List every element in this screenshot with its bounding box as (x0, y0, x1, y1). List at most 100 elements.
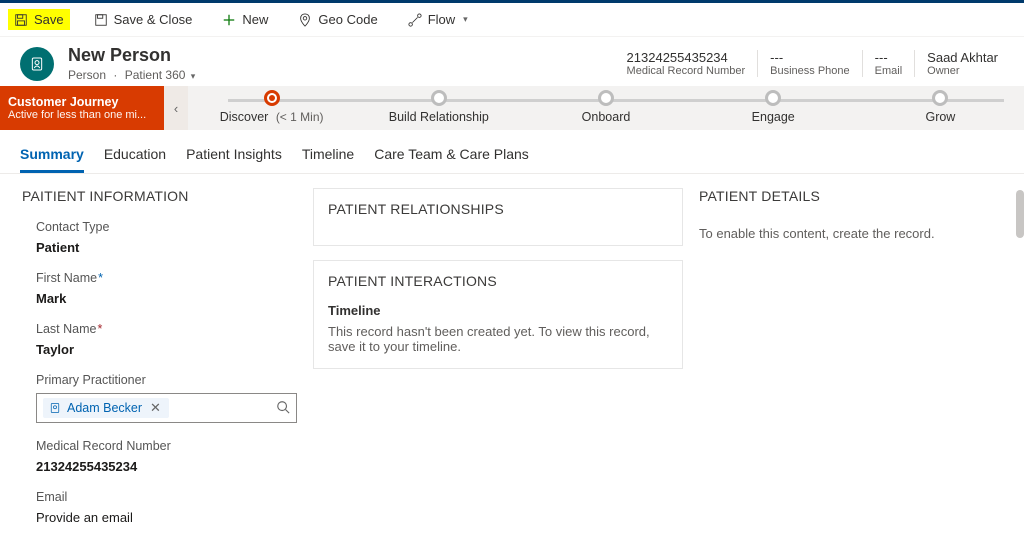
email-label: Email (36, 490, 297, 504)
field-mrn[interactable]: Medical Record Number 21324255435234 (22, 433, 297, 484)
entity-label: Person (68, 68, 106, 82)
save-button[interactable]: Save (8, 9, 70, 30)
command-bar: Save Save & Close New Geo Code Flow ▾ (0, 3, 1024, 37)
tab-careteam[interactable]: Care Team & Care Plans (374, 140, 529, 173)
meta-owner: Saad Akhtar Owner (914, 50, 1010, 77)
stage-dot (598, 90, 614, 106)
interactions-title: PATIENT INTERACTIONS (314, 261, 682, 303)
bpf-title: Customer Journey (8, 95, 156, 109)
contact-type-value: Patient (36, 240, 297, 255)
flow-icon (408, 13, 422, 27)
chevron-down-icon: ▾ (463, 14, 468, 25)
meta-phone: --- Business Phone (757, 50, 862, 77)
field-email[interactable]: Email Provide an email (22, 484, 297, 535)
geocode-button[interactable]: Geo Code (292, 9, 383, 30)
recommended-asterisk: * (98, 271, 103, 285)
badge-icon (29, 56, 45, 72)
lookup-search-button[interactable] (276, 400, 290, 417)
interactions-body: Timeline This record hasn't been created… (314, 303, 682, 368)
new-label: New (242, 12, 268, 27)
mrn-label: Medical Record Number (36, 439, 297, 453)
stage-engage[interactable]: Engage (690, 86, 857, 130)
bpf-stages: Discover (< 1 Min) Build Relationship On… (188, 86, 1024, 130)
meta-email: --- Email (862, 50, 915, 77)
save-close-label: Save & Close (114, 12, 193, 27)
scrollbar-thumb[interactable] (1016, 190, 1024, 238)
stage-dot (431, 90, 447, 106)
meta-email-label: Email (875, 65, 903, 77)
required-asterisk: * (97, 322, 102, 336)
save-close-button[interactable]: Save & Close (88, 9, 199, 30)
field-contact-type[interactable]: Contact Type Patient (22, 214, 297, 265)
owner-link[interactable]: Saad Akhtar (927, 50, 998, 65)
stage-build[interactable]: Build Relationship (355, 86, 522, 130)
flow-button[interactable]: Flow ▾ (402, 9, 474, 30)
patient-info-section: PAITIENT INFORMATION Contact Type Patien… (22, 188, 297, 543)
stage-build-label: Build Relationship (355, 110, 522, 124)
avatar (20, 47, 54, 81)
tab-education[interactable]: Education (104, 140, 166, 173)
chevron-left-icon: ‹ (174, 101, 178, 116)
stage-grow-label: Grow (857, 110, 1024, 124)
stage-dot-active (264, 90, 280, 106)
last-name-value: Taylor (36, 342, 297, 357)
field-first-name[interactable]: First Name* Mark (22, 265, 297, 316)
mrn-value: 21324255435234 (36, 459, 297, 474)
bpf-subtitle: Active for less than one mi... (8, 109, 156, 121)
stage-discover[interactable]: Discover (< 1 Min) (188, 86, 355, 130)
details-column: PATIENT DETAILS To enable this content, … (699, 188, 1016, 543)
field-last-name[interactable]: Last Name* Taylor (22, 316, 297, 367)
email-placeholder: Provide an email (36, 510, 297, 525)
form-selector[interactable]: Patient 360 ▾ (125, 68, 196, 82)
stage-grow[interactable]: Grow (857, 86, 1024, 130)
relationships-body (314, 231, 682, 245)
first-name-label: First Name (36, 271, 97, 285)
details-title: PATIENT DETAILS (699, 188, 1008, 204)
flow-label: Flow (428, 12, 455, 27)
meta-email-value: --- (875, 50, 903, 65)
meta-phone-label: Business Phone (770, 65, 850, 77)
plus-icon (222, 13, 236, 27)
stage-discover-label: Discover (220, 110, 269, 124)
practitioner-chip-text: Adam Becker (67, 401, 142, 415)
form-name: Patient 360 (125, 68, 186, 82)
tab-timeline[interactable]: Timeline (302, 140, 354, 173)
contact-type-label: Contact Type (36, 220, 297, 234)
center-column: PATIENT RELATIONSHIPS PATIENT INTERACTIO… (313, 188, 683, 543)
business-process-flow: Customer Journey Active for less than on… (0, 86, 1024, 130)
stage-onboard[interactable]: Onboard (522, 86, 689, 130)
timeline-heading: Timeline (328, 303, 668, 318)
field-practitioner: Primary Practitioner Adam Becker ✕ (22, 367, 297, 433)
bpf-collapse-button[interactable]: ‹ (164, 86, 188, 130)
person-icon (49, 402, 61, 414)
interactions-card: PATIENT INTERACTIONS Timeline This recor… (313, 260, 683, 369)
search-icon (276, 400, 290, 414)
practitioner-label: Primary Practitioner (36, 373, 297, 387)
stage-discover-time: (< 1 Min) (276, 110, 324, 124)
new-button[interactable]: New (216, 9, 274, 30)
tab-insights[interactable]: Patient Insights (186, 140, 282, 173)
timeline-empty-message: This record hasn't been created yet. To … (328, 324, 668, 354)
practitioner-lookup[interactable]: Adam Becker ✕ (36, 393, 297, 423)
form-body: PAITIENT INFORMATION Contact Type Patien… (0, 174, 1024, 543)
record-header: New Person Person · Patient 360 ▾ 213242… (0, 37, 1024, 86)
save-icon (14, 13, 28, 27)
relationships-card: PATIENT RELATIONSHIPS (313, 188, 683, 246)
separator-dot: · (113, 68, 117, 82)
last-name-label: Last Name (36, 322, 96, 336)
header-meta: 21324255435234 Medical Record Number ---… (615, 50, 1010, 77)
practitioner-chip[interactable]: Adam Becker ✕ (43, 398, 169, 418)
meta-phone-value: --- (770, 50, 850, 65)
tab-summary[interactable]: Summary (20, 140, 84, 173)
patient-info-title: PAITIENT INFORMATION (22, 188, 297, 204)
form-tabs: Summary Education Patient Insights Timel… (0, 130, 1024, 174)
meta-mrn-value: 21324255435234 (627, 50, 746, 65)
stage-engage-label: Engage (690, 110, 857, 124)
meta-mrn-label: Medical Record Number (627, 65, 746, 77)
stage-dot (765, 90, 781, 106)
stage-dot (932, 90, 948, 106)
bpf-header[interactable]: Customer Journey Active for less than on… (0, 86, 164, 130)
save-close-icon (94, 13, 108, 27)
details-empty-message: To enable this content, create the recor… (699, 226, 1008, 241)
remove-chip-button[interactable]: ✕ (148, 400, 163, 416)
